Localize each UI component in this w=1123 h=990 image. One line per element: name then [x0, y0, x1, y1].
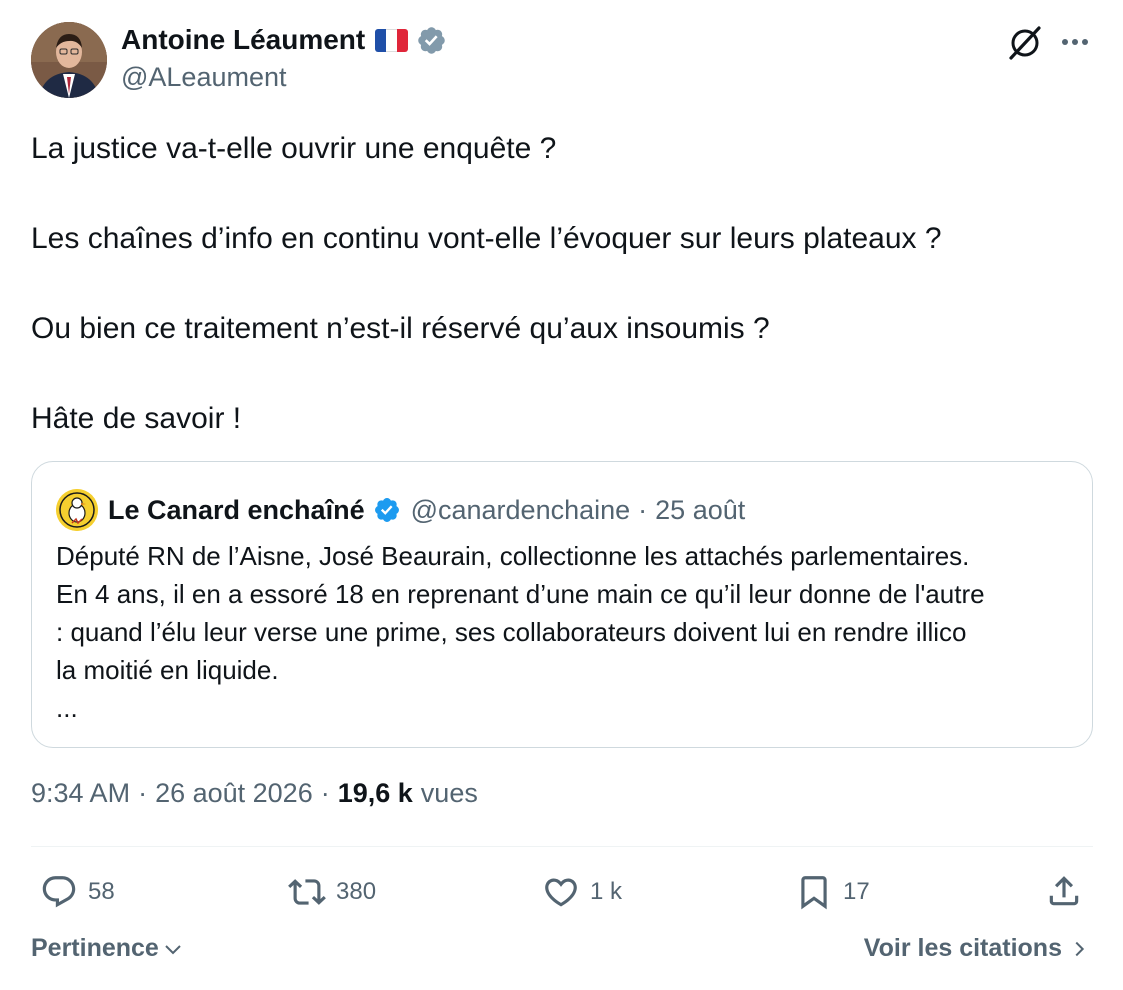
meta-separator: · [320, 778, 330, 808]
tweet-text: La justice va-t-elle ouvrir une enquête … [31, 126, 1091, 441]
author-name-text[interactable]: Antoine Léaument [121, 24, 365, 56]
quote-line: Député RN de l’Aisne, José Beaurain, col… [56, 541, 970, 571]
tweet-time[interactable]: 9:34 AM [31, 778, 130, 809]
like-icon [545, 878, 577, 907]
tweet-line: La justice va-t-elle ouvrir une enquête … [31, 132, 557, 165]
bookmark-button[interactable]: 17 [795, 870, 870, 914]
bookmark-count: 17 [843, 878, 870, 905]
quote-line: ... [56, 693, 78, 723]
quoted-tweet[interactable]: Le Canard enchaîné @canardenchaine · 25 … [31, 461, 1093, 748]
tweet-meta: 9:34 AM · 26 août 2026 · 19,6 k vues [31, 778, 478, 809]
author-avatar[interactable] [31, 22, 107, 98]
bookmark-icon [801, 876, 827, 910]
author-name[interactable]: Antoine Léaument [121, 24, 447, 56]
chevron-right-icon [1075, 941, 1085, 956]
quote-text: Député RN de l’Aisne, José Beaurain, col… [56, 537, 1081, 727]
meta-separator: · [138, 778, 148, 808]
grok-icon[interactable] [1006, 24, 1044, 62]
tweet-line-blank [31, 351, 1091, 396]
tweet-line-blank [31, 261, 1091, 306]
like-count: 1 k [590, 878, 623, 905]
reply-count: 58 [88, 878, 115, 905]
quote-separator: · [638, 494, 648, 525]
quote-line: En 4 ans, il en a essoré 18 en reprenant… [56, 579, 985, 609]
french-flag-emoji [375, 28, 409, 52]
view-quotes-link[interactable]: Voir les citations [864, 934, 1090, 963]
repost-count: 380 [336, 878, 377, 905]
quote-author-name[interactable]: Le Canard enchaîné [108, 495, 365, 526]
reply-button[interactable]: 58 [40, 870, 115, 914]
repost-button[interactable]: 380 [288, 870, 376, 914]
tweet-line: Ou bien ce traitement n’est-il réservé q… [31, 312, 770, 345]
verified-badge-icon [418, 26, 445, 54]
quote-date[interactable]: 25 août [655, 495, 745, 526]
author-handle[interactable]: @ALeaument [121, 62, 287, 93]
share-icon[interactable] [1045, 872, 1083, 910]
view-quotes-label: Voir les citations [863, 934, 1062, 962]
sort-dropdown[interactable]: Pertinence [31, 934, 185, 963]
verified-badge-icon [374, 498, 399, 522]
tweet-line: Hâte de savoir ! [31, 402, 242, 435]
views-count[interactable]: 19,6 k [338, 778, 413, 809]
reply-icon [42, 876, 76, 908]
repost-icon [288, 879, 326, 905]
tweet-line: Les chaînes d’info en continu vont-elle … [31, 222, 942, 255]
quote-avatar [56, 489, 98, 531]
quote-line: la moitié en liquide. [56, 655, 279, 685]
sort-label: Pertinence [31, 934, 159, 962]
quote-header: Le Canard enchaîné @canardenchaine · 25 … [108, 490, 745, 530]
tweet: Antoine Léaument @ALeaument La justice v… [0, 0, 1123, 990]
tweet-date[interactable]: 26 août 2026 [155, 778, 313, 809]
chevron-down-icon [165, 944, 181, 954]
views-label: vues [420, 778, 478, 808]
quote-line: : quand l’élu leur verse une prime, ses … [56, 617, 967, 647]
more-icon[interactable] [1060, 30, 1090, 54]
divider [31, 846, 1093, 847]
tweet-line-blank [31, 171, 1091, 216]
quote-author-handle[interactable]: @canardenchaine [411, 495, 631, 526]
like-button[interactable]: 1 k [542, 870, 622, 914]
